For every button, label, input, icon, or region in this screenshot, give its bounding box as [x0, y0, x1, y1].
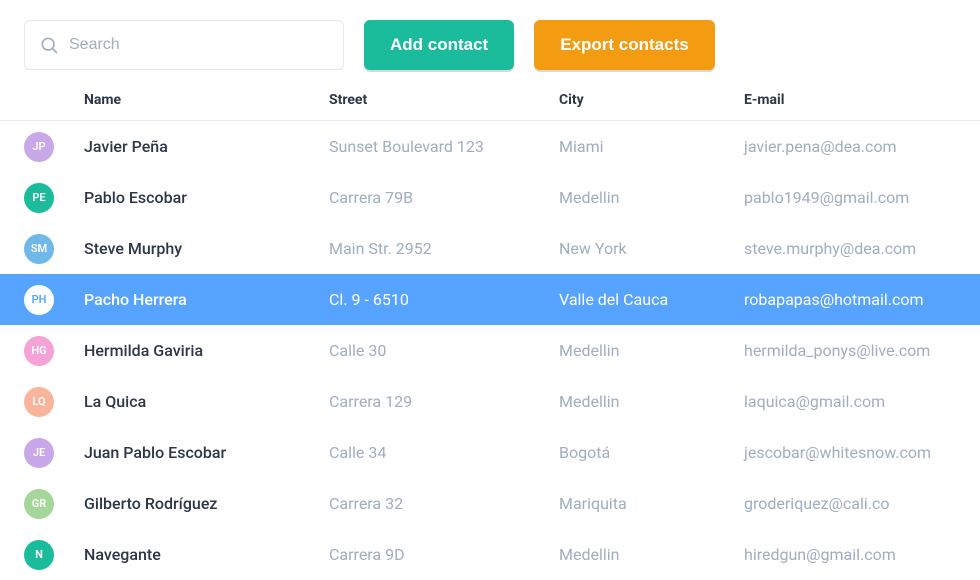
search-input[interactable] — [69, 36, 329, 54]
contact-city: Mariquita — [559, 494, 744, 513]
table-header: Name Street City E-mail — [0, 86, 980, 121]
contact-city: New York — [559, 239, 744, 258]
contact-name: Navegante — [84, 545, 329, 564]
contact-street: Carrera 79B — [329, 188, 559, 207]
contact-email: hiredgun@gmail.com — [744, 545, 956, 564]
avatar: HG — [24, 336, 54, 366]
contacts-table: JP Javier PeñaSunset Boulevard 123Miamija… — [0, 121, 980, 580]
table-row[interactable]: JP Javier PeñaSunset Boulevard 123Miamija… — [0, 121, 980, 172]
contact-city: Miami — [559, 137, 744, 156]
toolbar: Add contact Export contacts — [0, 0, 980, 86]
avatar: JP — [24, 132, 54, 162]
avatar: SM — [24, 234, 54, 264]
contact-name: Pablo Escobar — [84, 188, 329, 207]
export-contacts-button[interactable]: Export contacts — [534, 20, 714, 70]
add-contact-button[interactable]: Add contact — [364, 20, 514, 70]
contact-name: Javier Peña — [84, 137, 329, 156]
table-row[interactable]: HG Hermilda GaviriaCalle 30Medellinhermil… — [0, 325, 980, 376]
contact-email: pablo1949@gmail.com — [744, 188, 956, 207]
contact-name: Steve Murphy — [84, 239, 329, 258]
contact-name: Pacho Herrera — [84, 290, 329, 309]
avatar: LQ — [24, 387, 54, 417]
search-box[interactable] — [24, 20, 344, 70]
contact-email: jescobar@whitesnow.com — [744, 443, 956, 462]
contact-street: Carrera 9D — [329, 545, 559, 564]
contact-street: Main Str. 2952 — [329, 239, 559, 258]
col-street: Street — [329, 92, 559, 108]
contact-street: Sunset Boulevard 123 — [329, 137, 559, 156]
table-row[interactable]: PE Pablo EscobarCarrera 79BMedellinpablo1… — [0, 172, 980, 223]
contact-city: Medellin — [559, 188, 744, 207]
contact-street: Calle 30 — [329, 341, 559, 360]
contact-email: laquica@gmail.com — [744, 392, 956, 411]
table-row[interactable]: JE Juan Pablo EscobarCalle 34Bogotájescob… — [0, 427, 980, 478]
col-city: City — [559, 92, 744, 108]
contact-city: Medellin — [559, 545, 744, 564]
contact-email: robapapas@hotmail.com — [744, 290, 956, 309]
avatar: PH — [24, 285, 54, 315]
table-row[interactable]: GR Gilberto RodríguezCarrera 32Mariquitag… — [0, 478, 980, 529]
contact-street: Calle 34 — [329, 443, 559, 462]
table-row[interactable]: LQ La QuicaCarrera 129Medellinlaquica@gma… — [0, 376, 980, 427]
col-name: Name — [84, 92, 329, 108]
contact-email: steve.murphy@dea.com — [744, 239, 956, 258]
contact-name: Gilberto Rodríguez — [84, 494, 329, 513]
contact-city: Bogotá — [559, 443, 744, 462]
table-row[interactable]: N NaveganteCarrera 9DMedellinhiredgun@gma… — [0, 529, 980, 580]
avatar: PE — [24, 183, 54, 213]
contact-city: Medellin — [559, 392, 744, 411]
contact-street: Cl. 9 - 6510 — [329, 290, 559, 309]
col-email: E-mail — [744, 92, 956, 108]
contact-city: Valle del Cauca — [559, 290, 744, 309]
contact-email: javier.pena@dea.com — [744, 137, 956, 156]
contact-street: Carrera 129 — [329, 392, 559, 411]
contact-city: Medellin — [559, 341, 744, 360]
avatar: GR — [24, 489, 54, 519]
table-row[interactable]: SM Steve MurphyMain Str. 2952New Yorkstev… — [0, 223, 980, 274]
contact-street: Carrera 32 — [329, 494, 559, 513]
avatar: JE — [24, 438, 54, 468]
contact-name: La Quica — [84, 392, 329, 411]
contact-email: hermilda_ponys@live.com — [744, 341, 956, 360]
table-row[interactable]: PH Pacho HerreraCl. 9 - 6510Valle del Cau… — [0, 274, 980, 325]
search-icon — [39, 35, 59, 55]
contact-name: Hermilda Gaviria — [84, 341, 329, 360]
contact-name: Juan Pablo Escobar — [84, 443, 329, 462]
avatar: N — [24, 540, 54, 570]
contact-email: groderiquez@cali.co — [744, 494, 956, 513]
